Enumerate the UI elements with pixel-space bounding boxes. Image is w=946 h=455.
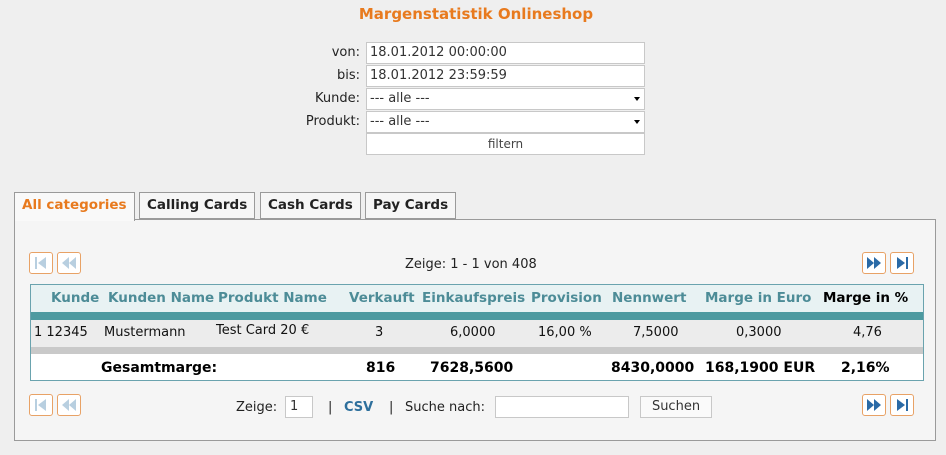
total-marge-euro: 168,1900 EUR <box>705 360 816 376</box>
cell-kunden-name: Mustermann <box>104 325 186 340</box>
cell-einkaufspreis: 6,0000 <box>450 325 496 340</box>
fast-forward-icon <box>867 257 881 269</box>
kunde-label: Kunde: <box>315 91 360 106</box>
totals-divider <box>31 347 923 354</box>
separator: | <box>328 400 333 415</box>
last-page-button[interactable] <box>890 252 914 274</box>
chevron-down-icon <box>634 120 640 124</box>
total-marge-pct: 2,16% <box>841 360 890 376</box>
cell-produkt-name: Test Card 20 € <box>216 323 310 338</box>
separator: | <box>389 400 394 415</box>
von-label: von: <box>331 45 360 60</box>
rewind-icon <box>62 399 76 411</box>
kunde-select-value: --- alle --- <box>370 91 430 106</box>
table-row[interactable]: 1 12345 Mustermann Test Card 20 € 3 6,00… <box>31 320 923 347</box>
previous-page-button-bottom[interactable] <box>57 394 81 416</box>
produkt-select[interactable]: --- alle --- <box>366 111 645 133</box>
page-number-input[interactable]: 1 <box>285 396 313 418</box>
suche-label: Suche nach: <box>405 400 485 415</box>
column-header-marge-euro[interactable]: Marge in Euro <box>705 290 811 306</box>
total-nennwert: 8430,0000 <box>611 360 695 376</box>
tab-cash-cards[interactable]: Cash Cards <box>260 192 361 219</box>
column-header-produkt-name[interactable]: Produkt Name <box>218 290 327 306</box>
data-table: Kunde Kunden Name Produkt Name Verkauft … <box>30 284 924 381</box>
tab-pay-cards[interactable]: Pay Cards <box>365 192 457 219</box>
total-verkauft: 816 <box>366 360 396 376</box>
header-divider <box>31 312 923 320</box>
rewind-icon <box>62 257 76 269</box>
column-header-kunde[interactable]: Kunde <box>51 290 99 306</box>
produkt-label: Produkt: <box>305 114 360 129</box>
next-page-button[interactable] <box>862 252 886 274</box>
cell-nennwert: 7,5000 <box>633 325 679 340</box>
totals-label: Gesamtmarge: <box>101 360 218 376</box>
table-header: Kunde Kunden Name Produkt Name Verkauft … <box>31 285 923 312</box>
column-header-marge-pct[interactable]: Marge in % <box>823 290 908 306</box>
cell-marge-euro: 0,3000 <box>736 325 782 340</box>
total-einkaufspreis: 7628,5600 <box>430 360 514 376</box>
next-page-button-bottom[interactable] <box>862 394 886 416</box>
csv-export-link[interactable]: CSV <box>344 400 373 415</box>
cell-provision: 16,00 % <box>538 325 592 340</box>
previous-page-button[interactable] <box>57 252 81 274</box>
tab-calling-cards[interactable]: Calling Cards <box>139 192 256 219</box>
last-page-icon <box>897 257 908 269</box>
bis-input[interactable]: 18.01.2012 23:59:59 <box>366 65 645 87</box>
produkt-select-value: --- alle --- <box>370 114 430 129</box>
column-header-kunden-name[interactable]: Kunden Name <box>108 290 214 306</box>
column-header-nennwert[interactable]: Nennwert <box>612 290 686 306</box>
pager-info: Zeige: 1 - 1 von 408 <box>405 257 537 272</box>
last-page-button-bottom[interactable] <box>890 394 914 416</box>
page-title: Margenstatistik Onlineshop <box>358 5 594 23</box>
cell-kunde: 1 12345 <box>34 325 88 340</box>
cell-verkauft: 3 <box>375 325 384 340</box>
first-page-icon <box>35 257 46 269</box>
von-input[interactable]: 18.01.2012 00:00:00 <box>366 42 645 64</box>
chevron-down-icon <box>634 97 640 101</box>
fast-forward-icon <box>867 399 881 411</box>
kunde-select[interactable]: --- alle --- <box>366 88 645 110</box>
first-page-button[interactable] <box>29 252 53 274</box>
search-button[interactable]: Suchen <box>640 396 712 418</box>
column-header-einkaufspreis[interactable]: Einkaufspreis <box>422 290 525 306</box>
first-page-icon <box>35 399 46 411</box>
last-page-icon <box>897 399 908 411</box>
bis-label: bis: <box>336 68 360 83</box>
tab-all-categories[interactable]: All categories <box>14 192 135 221</box>
first-page-button-bottom[interactable] <box>29 394 53 416</box>
zeige-label: Zeige: <box>236 400 278 415</box>
search-input[interactable] <box>495 396 629 418</box>
cell-marge-pct: 4,76 <box>853 325 882 340</box>
column-header-provision[interactable]: Provision <box>531 290 602 306</box>
column-header-verkauft[interactable]: Verkauft <box>349 290 415 306</box>
filter-button[interactable]: filtern <box>366 133 645 155</box>
